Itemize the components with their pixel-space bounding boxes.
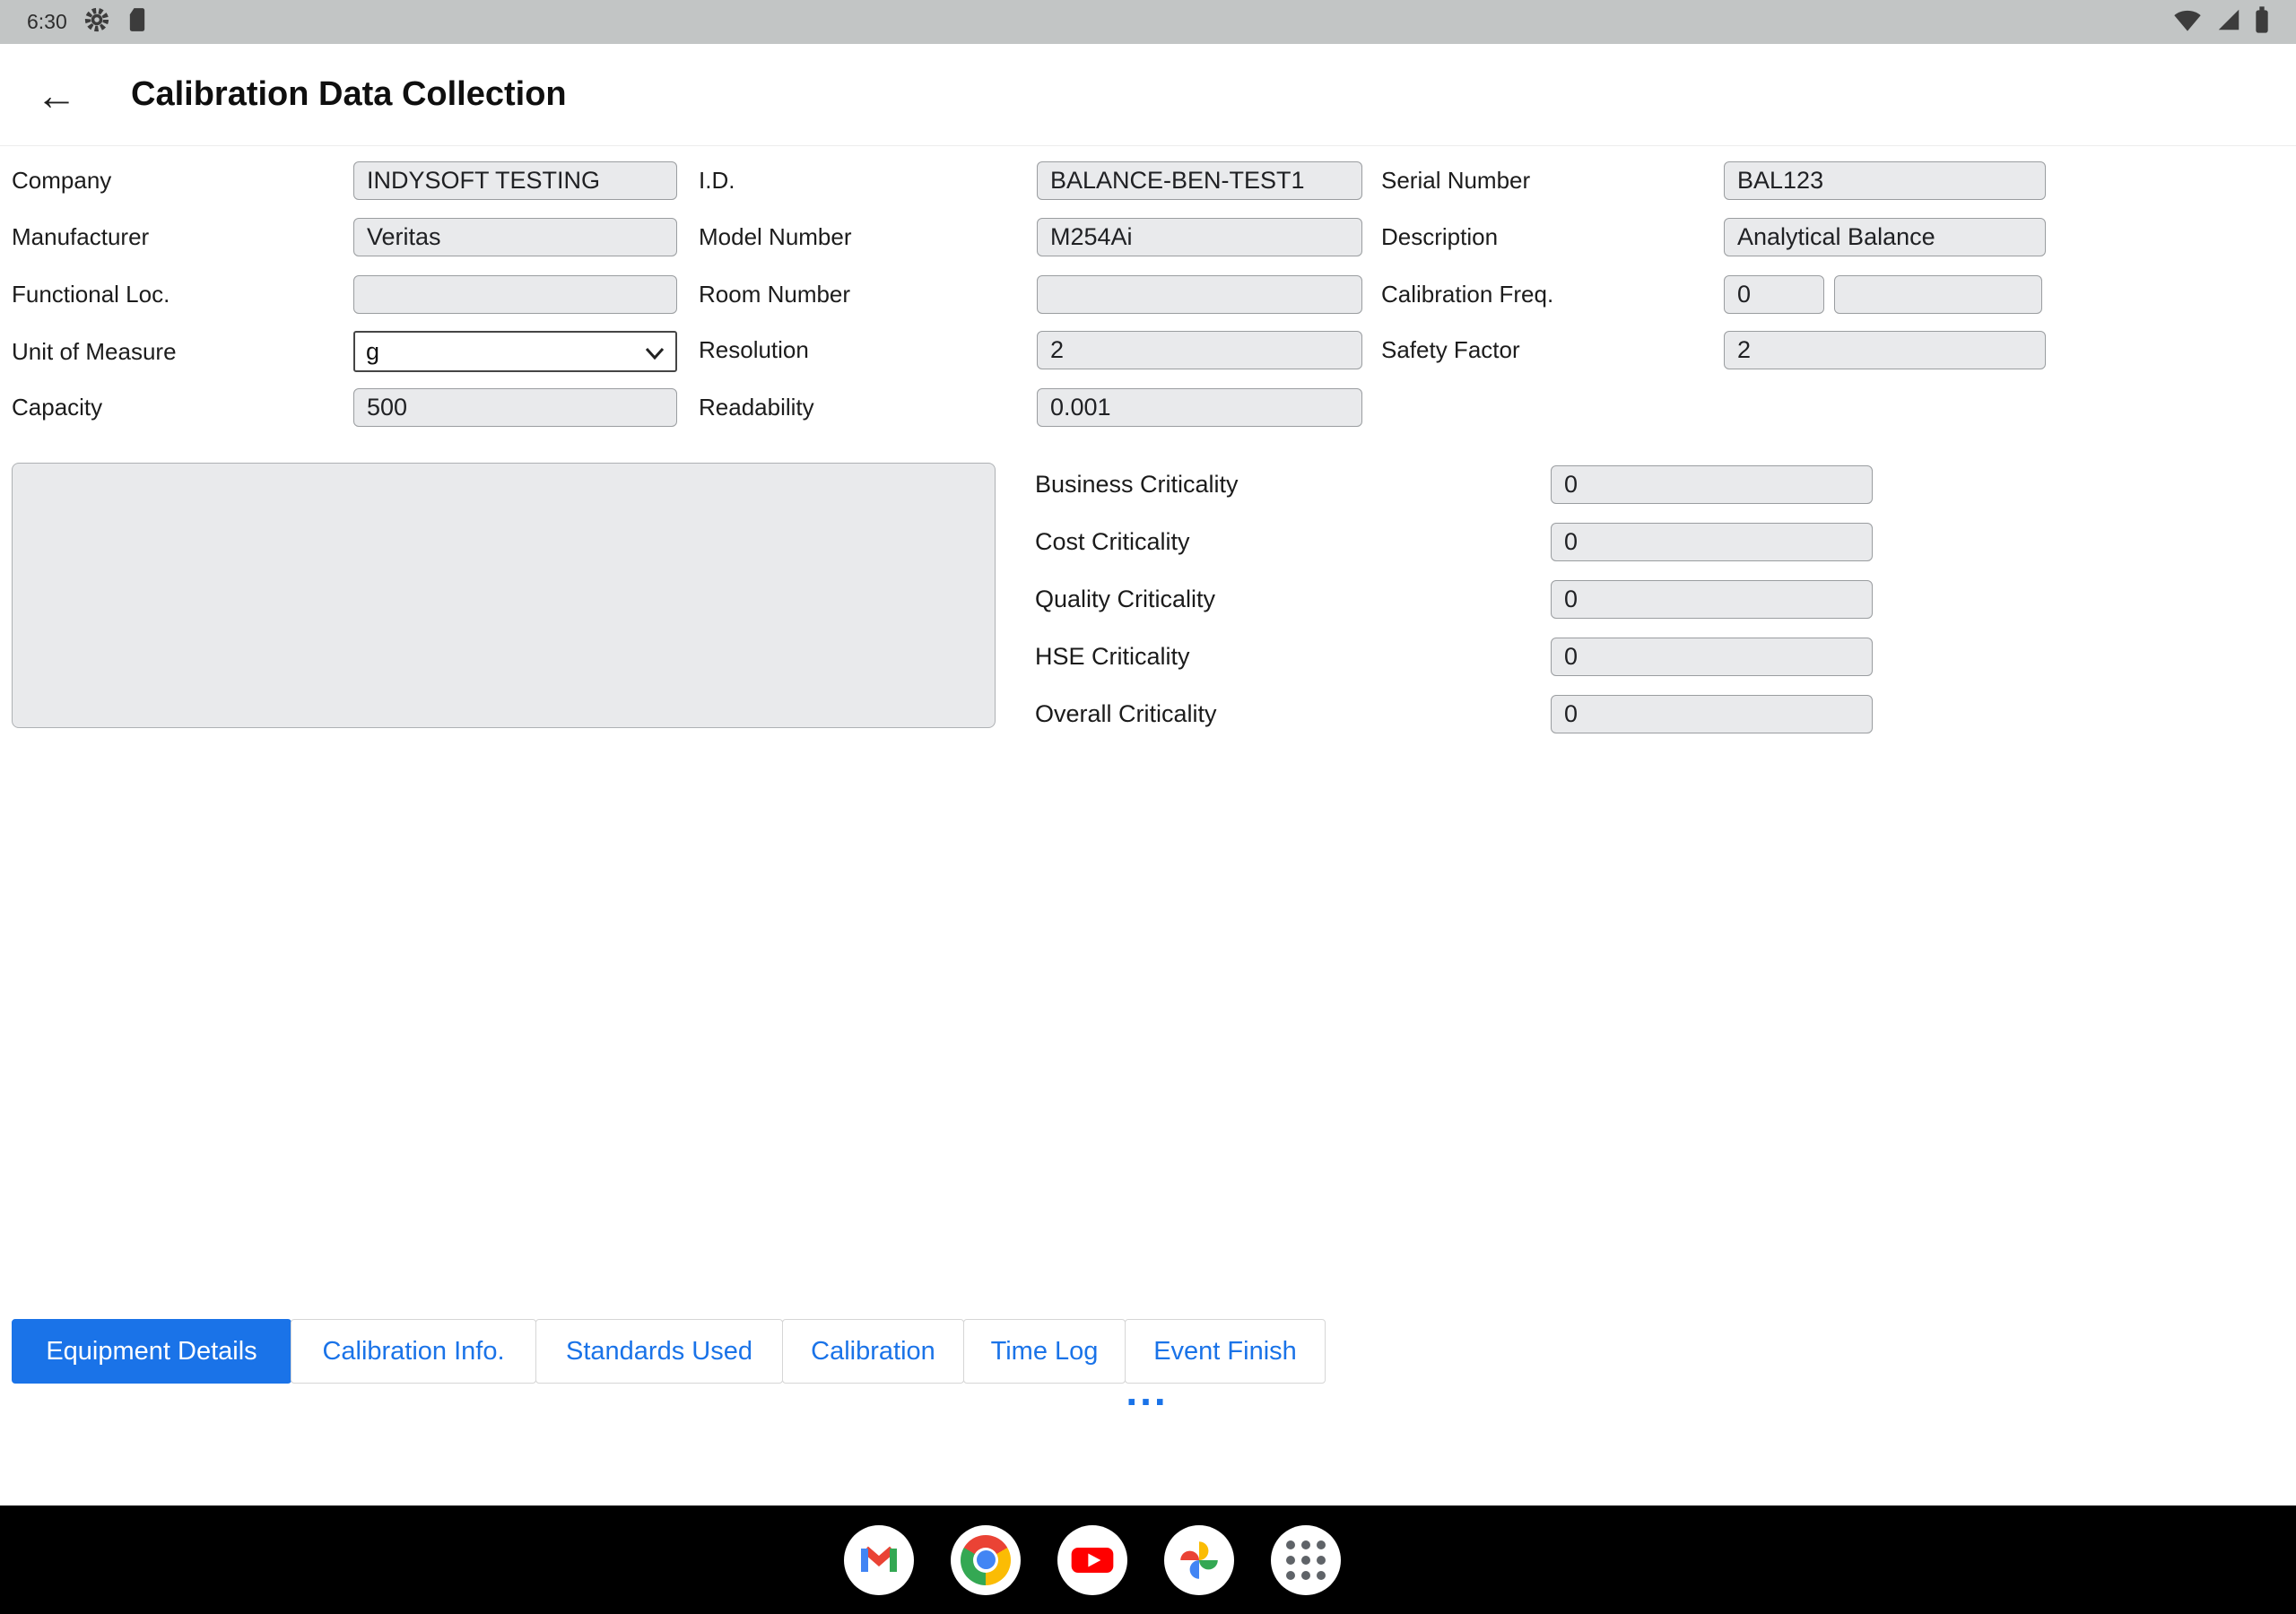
manufacturer-input[interactable] xyxy=(353,218,677,256)
field-hse-criticality: HSE Criticality xyxy=(1035,638,1873,676)
safety-factor-input[interactable] xyxy=(1724,331,2046,369)
hse-criticality-input[interactable] xyxy=(1551,638,1873,676)
field-readability: Readability xyxy=(699,388,1362,427)
field-cost-criticality: Cost Criticality xyxy=(1035,523,1873,561)
sdcard-icon xyxy=(126,7,148,37)
status-bar-left: 6:30 xyxy=(27,6,148,38)
resolution-input[interactable] xyxy=(1037,331,1362,369)
calibration-freq-input[interactable] xyxy=(1724,275,1824,314)
tab-calibration[interactable]: Calibration xyxy=(782,1319,964,1384)
tab-equipment-details[interactable]: Equipment Details xyxy=(12,1319,291,1384)
id-label: I.D. xyxy=(699,167,1037,195)
chrome-ring xyxy=(961,1535,1011,1585)
safety-factor-label: Safety Factor xyxy=(1381,336,1724,364)
field-description: Description xyxy=(1381,218,2046,256)
unit-of-measure-select[interactable]: g xyxy=(353,331,677,372)
field-functional-loc: Functional Loc. xyxy=(12,275,677,314)
quality-criticality-input[interactable] xyxy=(1551,580,1873,619)
photos-icon[interactable] xyxy=(1164,1525,1234,1595)
serial-number-label: Serial Number xyxy=(1381,167,1724,195)
field-safety-factor: Safety Factor xyxy=(1381,331,2046,369)
app-drawer-dots xyxy=(1286,1540,1326,1580)
chrome-icon[interactable] xyxy=(951,1525,1021,1595)
dock-icons xyxy=(844,1525,1341,1595)
field-overall-criticality: Overall Criticality xyxy=(1035,695,1873,733)
chrome-inner-ring xyxy=(973,1548,998,1573)
page-title: Calibration Data Collection xyxy=(131,75,567,114)
status-time: 6:30 xyxy=(27,10,67,34)
company-label: Company xyxy=(12,167,353,195)
description-label: Description xyxy=(1381,223,1724,251)
field-manufacturer: Manufacturer xyxy=(12,218,677,256)
overall-criticality-label: Overall Criticality xyxy=(1035,700,1551,728)
company-input[interactable] xyxy=(353,161,677,200)
quality-criticality-label: Quality Criticality xyxy=(1035,586,1551,613)
cost-criticality-label: Cost Criticality xyxy=(1035,528,1551,556)
capacity-label: Capacity xyxy=(12,394,353,421)
room-number-input[interactable] xyxy=(1037,275,1362,314)
gear-icon xyxy=(83,6,110,38)
notes-textarea[interactable] xyxy=(12,463,996,728)
status-bar-right xyxy=(2172,6,2269,38)
field-id: I.D. xyxy=(699,161,1362,200)
hse-criticality-label: HSE Criticality xyxy=(1035,643,1551,671)
field-room-number: Room Number xyxy=(699,275,1362,314)
field-capacity: Capacity xyxy=(12,388,677,427)
back-arrow-icon[interactable]: ← xyxy=(36,74,90,116)
calibration-freq-label: Calibration Freq. xyxy=(1381,281,1724,308)
resolution-label: Resolution xyxy=(699,336,1037,364)
youtube-icon[interactable] xyxy=(1057,1525,1127,1595)
calibration-freq-unit-input[interactable] xyxy=(1834,275,2042,314)
field-company: Company xyxy=(12,161,677,200)
business-criticality-label: Business Criticality xyxy=(1035,471,1551,499)
app-bar: ← Calibration Data Collection xyxy=(0,44,2296,146)
model-number-label: Model Number xyxy=(699,223,1037,251)
field-business-criticality: Business Criticality xyxy=(1035,465,1873,504)
description-input[interactable] xyxy=(1724,218,2046,256)
unit-of-measure-label: Unit of Measure xyxy=(12,338,353,366)
dock-taskbar xyxy=(0,1506,2296,1614)
readability-input[interactable] xyxy=(1037,388,1362,427)
room-number-label: Room Number xyxy=(699,281,1037,308)
status-bar: 6:30 xyxy=(0,0,2296,44)
more-tabs-indicator[interactable]: ... xyxy=(1091,1364,1203,1418)
overall-criticality-input[interactable] xyxy=(1551,695,1873,733)
id-input[interactable] xyxy=(1037,161,1362,200)
model-number-input[interactable] xyxy=(1037,218,1362,256)
readability-label: Readability xyxy=(699,394,1037,421)
field-model-number: Model Number xyxy=(699,218,1362,256)
tab-standards-used[interactable]: Standards Used xyxy=(535,1319,783,1384)
field-serial-number: Serial Number xyxy=(1381,161,2046,200)
functional-loc-input[interactable] xyxy=(353,275,677,314)
functional-loc-label: Functional Loc. xyxy=(12,281,353,308)
business-criticality-input[interactable] xyxy=(1551,465,1873,504)
app-drawer-icon[interactable] xyxy=(1271,1525,1341,1595)
unit-of-measure-value: g xyxy=(366,338,379,366)
chrome-center xyxy=(977,1550,996,1569)
battery-icon xyxy=(2255,6,2269,38)
field-calibration-freq: Calibration Freq. xyxy=(1381,275,2042,314)
wifi-icon xyxy=(2172,7,2203,37)
field-unit-of-measure: Unit of Measure g xyxy=(12,331,677,372)
serial-number-input[interactable] xyxy=(1724,161,2046,200)
tab-calibration-info[interactable]: Calibration Info. xyxy=(291,1319,536,1384)
field-quality-criticality: Quality Criticality xyxy=(1035,580,1873,619)
capacity-input[interactable] xyxy=(353,388,677,427)
field-resolution: Resolution xyxy=(699,331,1362,369)
cost-criticality-input[interactable] xyxy=(1551,523,1873,561)
gmail-icon[interactable] xyxy=(844,1525,914,1595)
chevron-down-icon xyxy=(645,338,665,366)
manufacturer-label: Manufacturer xyxy=(12,223,353,251)
signal-icon xyxy=(2215,6,2242,38)
